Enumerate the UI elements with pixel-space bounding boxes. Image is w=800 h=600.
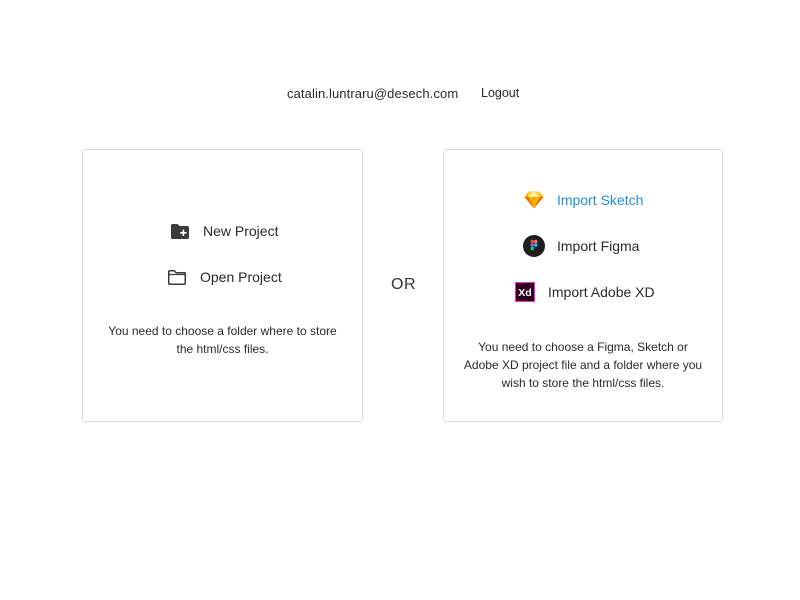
- or-separator: OR: [391, 276, 416, 293]
- user-email: catalin.luntraru@desech.com: [287, 86, 459, 101]
- start-screen: catalin.luntraru@desech.com Logout New P…: [0, 0, 800, 600]
- new-project-label: New Project: [203, 223, 279, 239]
- import-card: Import Sketch Import Figma Xd Import Ado…: [443, 149, 723, 422]
- new-project-button[interactable]: New Project: [169, 220, 278, 242]
- folder-open-icon: [166, 266, 188, 288]
- open-project-label: Open Project: [200, 269, 282, 285]
- adobe-xd-logo-icon: Xd: [514, 281, 536, 303]
- import-card-note: You need to choose a Figma, Sketch or Ad…: [463, 340, 703, 390]
- import-figma-label: Import Figma: [557, 238, 640, 254]
- svg-text:Xd: Xd: [518, 287, 531, 299]
- account-bar: catalin.luntraru@desech.com Logout: [0, 84, 800, 104]
- open-project-button[interactable]: Open Project: [166, 266, 282, 288]
- import-xd-label: Import Adobe XD: [548, 284, 655, 300]
- import-sketch-label: Import Sketch: [557, 192, 644, 208]
- folder-plus-icon: [169, 220, 191, 242]
- project-card-note: You need to choose a folder where to sto…: [108, 324, 337, 356]
- import-sketch-button[interactable]: Import Sketch: [523, 189, 643, 211]
- project-card: New Project Open Project You need to cho…: [82, 149, 363, 422]
- import-figma-button[interactable]: Import Figma: [523, 235, 639, 257]
- sketch-logo-icon: [523, 189, 545, 211]
- logout-link[interactable]: Logout: [481, 86, 519, 100]
- import-xd-button[interactable]: Xd Import Adobe XD: [514, 281, 655, 303]
- figma-logo-icon: [523, 235, 545, 257]
